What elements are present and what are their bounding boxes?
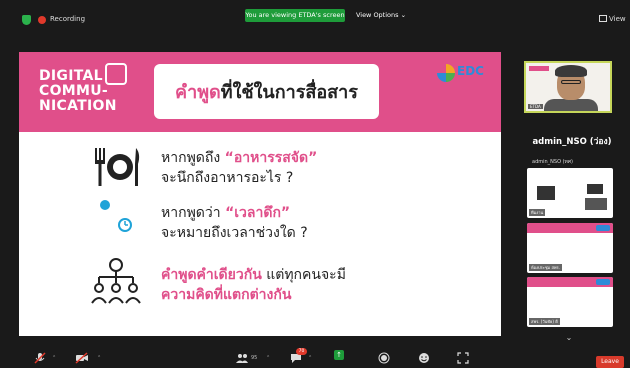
network-people-icon xyxy=(91,257,141,305)
thumbnail-name: ห้องประชุม สพร. xyxy=(529,264,562,271)
row-2-highlight: “เวลาดึก” xyxy=(225,205,291,221)
row-1-prefix: หากพูดถึง xyxy=(161,150,225,166)
brand-line-3: NICATION xyxy=(39,98,117,114)
participants-count: 95 xyxy=(251,355,258,361)
slide-title-highlight: คำพูด xyxy=(175,82,221,103)
slide-title: คำพูด ที่ใช้ในการสื่อสาร xyxy=(154,64,379,119)
row-3-text: คำพูดคำเดียวกัน แต่ทุกคนจะมี ความคิดที่แ… xyxy=(161,265,491,305)
view-button[interactable]: View xyxy=(599,15,626,23)
row-2-line-2: จะหมายถึงเวลาช่วงใด ? xyxy=(161,225,308,241)
brand-title: DIGITAL COMMU- NICATION xyxy=(39,69,149,114)
leave-button[interactable]: Leave xyxy=(596,356,624,368)
thumb-image xyxy=(585,198,607,210)
row-2-line-1: หากพูดว่า “เวลาดึก” xyxy=(161,203,491,223)
viewing-banner: You are viewing ETDA's screen xyxy=(245,9,345,22)
row-3-suffix: แต่ทุกคนจะมี xyxy=(261,267,346,283)
row-1-line-2: จะนึกถึงอาหารอะไร ? xyxy=(161,170,294,186)
thumbnail-name: ทีมงาน xyxy=(529,209,546,216)
slide-title-rest: ที่ใช้ในการสื่อสาร xyxy=(220,82,358,103)
glasses-icon xyxy=(561,80,581,84)
row-1-line-1: หากพูดถึง “อาหารรสจัด” xyxy=(161,148,491,168)
thumb-logo-icon xyxy=(596,225,610,231)
clock-moon-icon xyxy=(91,195,141,243)
row-1-highlight: “อาหารรสจัด” xyxy=(224,150,318,166)
fullscreen-icon[interactable] xyxy=(457,352,469,367)
bottom-toolbar xyxy=(0,340,630,368)
admin-thumb-label: admin_NSO (ทศ) xyxy=(532,159,573,165)
participant-thumbnail[interactable]: สพร. (วันชัย) ดี xyxy=(527,277,613,327)
chat-badge: 70 xyxy=(296,348,307,355)
participants-icon[interactable] xyxy=(236,352,248,367)
thumb-image xyxy=(587,184,603,194)
row-1-text: หากพูดถึง “อาหารรสจัด” จะนึกถึงอาหารอะไร… xyxy=(161,148,491,188)
stop-video-icon[interactable] xyxy=(75,352,89,367)
row-2-prefix: หากพูดว่า xyxy=(161,205,226,221)
edc-logo-mark-icon xyxy=(437,64,455,82)
row-3-line-1: คำพูดคำเดียวกัน แต่ทุกคนจะมี xyxy=(161,265,491,285)
video-chevron-icon[interactable]: ⌃ xyxy=(97,355,101,361)
person-hair xyxy=(555,65,587,77)
fork-plate-knife-icon xyxy=(91,142,141,190)
view-options-button[interactable]: View Options ⌄ xyxy=(350,9,412,22)
brand-line-2: COMMU- xyxy=(39,83,109,99)
participant-thumbnail[interactable]: ทีมงาน xyxy=(527,168,613,218)
row-3-line-2: ความคิดที่แตกต่างกัน xyxy=(161,287,292,303)
share-screen-icon[interactable]: ↑ xyxy=(334,350,344,360)
admin-name-label: admin_NSO (ว่อง) xyxy=(532,137,612,147)
top-bar: Recording You are viewing ETDA's screen … xyxy=(0,0,630,30)
recording-label: Recording xyxy=(50,15,86,23)
reactions-icon[interactable] xyxy=(418,352,430,367)
self-name-label: ETDA xyxy=(528,104,543,109)
thumb-logo-icon xyxy=(596,279,610,285)
audio-chevron-icon[interactable]: ⌃ xyxy=(52,355,56,361)
security-shield-icon[interactable] xyxy=(22,15,31,25)
person-body xyxy=(544,99,598,111)
shared-slide: DIGITAL COMMU- NICATION คำพูด ที่ใช้ในกา… xyxy=(19,52,501,336)
phone-chat-icon xyxy=(105,63,127,85)
record-icon[interactable] xyxy=(378,352,390,367)
thumb-image xyxy=(537,186,555,200)
recording-dot-icon xyxy=(38,16,46,24)
self-pinned-badge xyxy=(529,66,549,71)
row-3-highlight-1: คำพูดคำเดียวกัน xyxy=(161,267,262,283)
slide-header: DIGITAL COMMU- NICATION คำพูด ที่ใช้ในกา… xyxy=(19,52,501,132)
edc-logo-text: EDC xyxy=(457,64,484,78)
brand-line-1: DIGITAL xyxy=(39,68,103,84)
row-2-text: หากพูดว่า “เวลาดึก” จะหมายถึงเวลาช่วงใด … xyxy=(161,203,491,243)
participant-thumbnail[interactable]: ห้องประชุม สพร. xyxy=(527,223,613,273)
participants-chevron-icon[interactable]: ⌃ xyxy=(266,355,270,361)
self-video-tile[interactable]: ETDA xyxy=(524,61,612,113)
chat-chevron-icon[interactable]: ⌃ xyxy=(308,355,312,361)
edc-logo: EDC xyxy=(429,60,497,94)
thumbnail-name: สพร. (วันชัย) ดี xyxy=(529,318,560,325)
mute-mic-icon[interactable] xyxy=(34,352,46,367)
